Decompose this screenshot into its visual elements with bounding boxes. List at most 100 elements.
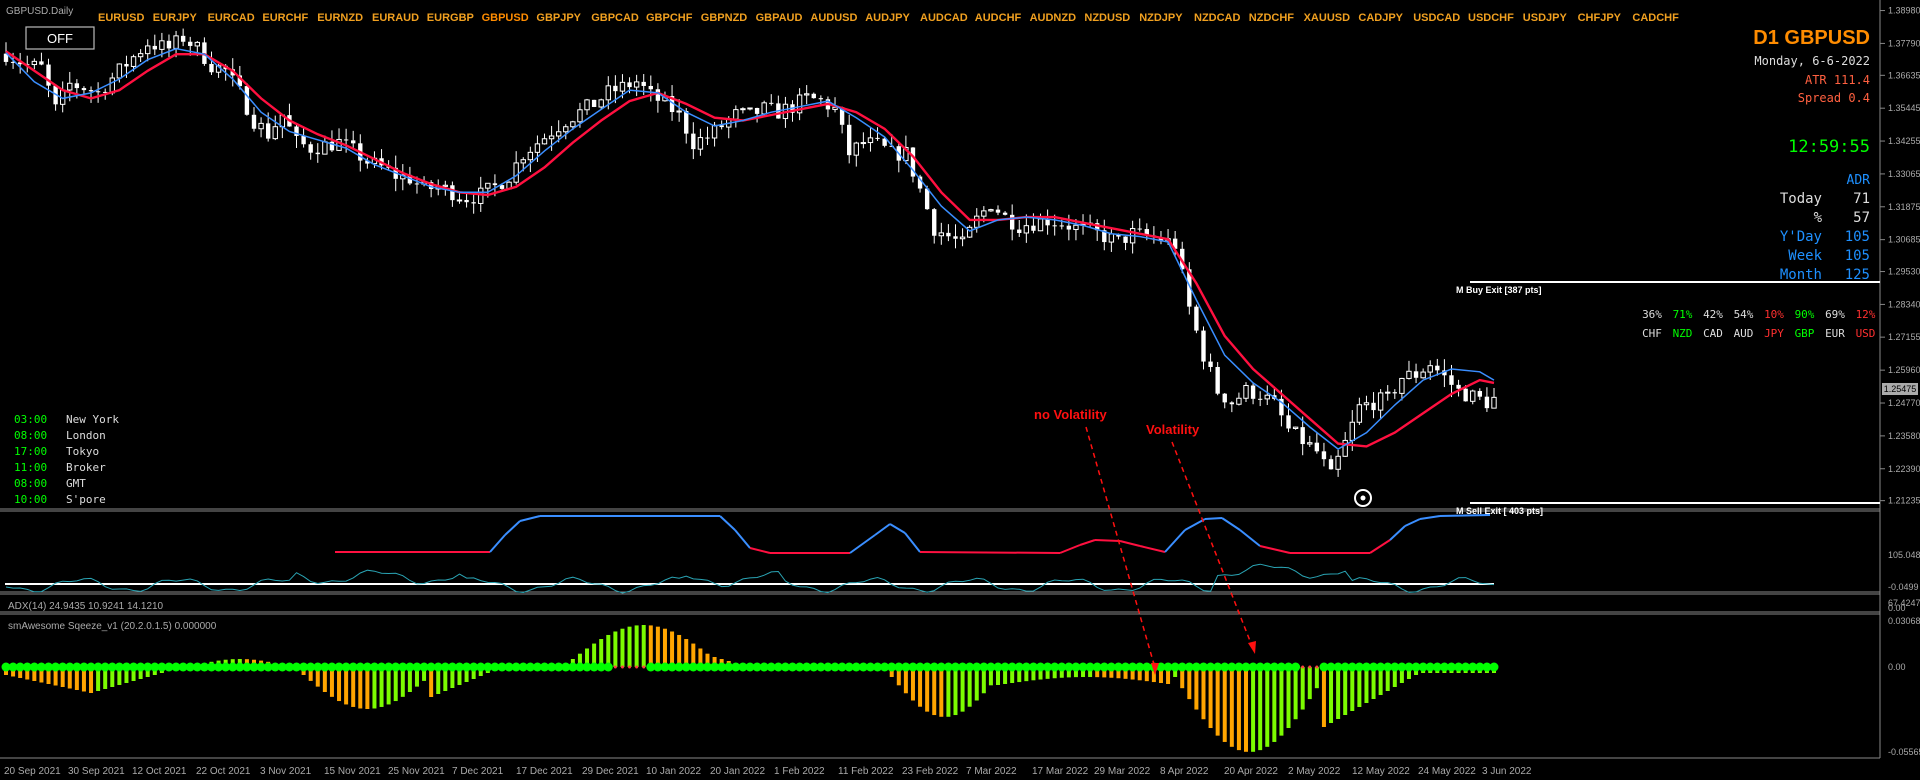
symbol-audusd[interactable]: AUDUSD	[810, 12, 857, 24]
candle-bull	[548, 135, 555, 140]
symbol-gbpnzd[interactable]: GBPNZD	[701, 12, 748, 24]
candle-bull	[860, 142, 867, 145]
symbol-eurgbp[interactable]: EURGBP	[427, 12, 474, 24]
squeeze-dot-off	[1301, 665, 1305, 669]
candle-bull	[1073, 224, 1079, 231]
candle-bear	[1009, 214, 1015, 230]
symbol-gbpaud[interactable]: GBPAUD	[756, 12, 803, 24]
regime-line-segment	[1369, 539, 1391, 554]
regime-line-segment	[749, 547, 771, 554]
symbol-audcad[interactable]: AUDCAD	[920, 12, 968, 24]
symbol-eurchf[interactable]: EURCHF	[262, 12, 308, 24]
date-label: 10 Jan 2022	[646, 766, 701, 777]
squeeze-dot-off	[635, 665, 639, 669]
adr-row-label: Today	[1780, 191, 1822, 207]
adr-row-label: %	[1814, 210, 1823, 226]
symbol-eurcad[interactable]: EURCAD	[208, 12, 255, 24]
candle-bear	[1286, 415, 1291, 429]
squeeze-bar	[648, 625, 653, 667]
candle-bull	[1356, 404, 1363, 423]
squeeze-bar	[606, 634, 611, 667]
regime-line-segment	[1139, 545, 1166, 553]
candle-bear	[1435, 365, 1440, 371]
squeeze-bar	[932, 667, 937, 716]
price-chart[interactable]: 1.38980 1.37790 1.36635 1.35445 1.34255 1.330…	[0, 0, 1920, 780]
date-label: 12 May 2022	[1352, 766, 1410, 777]
symbol-gbpcad[interactable]: GBPCAD	[591, 12, 639, 24]
symbol-gbpchf[interactable]: GBPCHF	[646, 12, 693, 24]
price-tick-label: 1.33065	[1888, 169, 1920, 179]
strength-pct: 42%	[1703, 308, 1723, 321]
swing-low-dot	[1360, 495, 1366, 501]
squeeze-bar	[379, 667, 384, 707]
candle-bear	[301, 135, 306, 145]
regime-line-segment	[504, 520, 521, 536]
squeeze-bar	[1187, 667, 1192, 700]
symbol-gbpusd[interactable]: GBPUSD	[482, 12, 529, 24]
symbol-eurusd[interactable]: EURUSD	[98, 12, 145, 24]
session-times: 03:00 New York 08:00 London 17:00 Tokyo 11:00 B…	[14, 413, 119, 506]
candle-bull	[159, 40, 165, 50]
candle-bear	[464, 199, 469, 203]
symbol-eurnzd[interactable]: EURNZD	[317, 12, 363, 24]
symbol-nzdchf[interactable]: NZDCHF	[1249, 12, 1294, 24]
symbol-chfjpy[interactable]: CHFJPY	[1578, 12, 1622, 24]
candle-bull	[534, 143, 541, 153]
symbol-nzdusd[interactable]: NZDUSD	[1084, 12, 1130, 24]
candle-bear	[166, 40, 172, 49]
squeeze-bar	[1350, 667, 1355, 711]
candle-bear	[39, 61, 44, 65]
candle-bull	[867, 137, 874, 144]
regime-line-segment	[849, 534, 876, 554]
symbol-gbpjpy[interactable]: GBPJPY	[536, 12, 581, 24]
adx-line	[5, 563, 1495, 594]
adr-table: Today 71% 57 Y'Day 105 Week 105 Month 125	[1780, 191, 1870, 283]
regime-line-segment	[1164, 529, 1186, 553]
strength-pct: 54%	[1734, 308, 1754, 321]
symbol-nzdjpy[interactable]: NZDJPY	[1139, 12, 1183, 24]
symbol-bar: EURUSD EURJPY EURCAD EURCHF EURNZD EURAUD EURG…	[98, 12, 1679, 24]
session-time: 08:00	[14, 429, 47, 442]
symbol-usdjpy[interactable]: USDJPY	[1523, 12, 1568, 24]
candle-bear	[1052, 225, 1057, 227]
price-tick-label: 1.34255	[1888, 136, 1920, 146]
symbol-audnzd[interactable]: AUDNZD	[1030, 12, 1076, 24]
candle-bull	[1377, 392, 1384, 411]
date-label: 7 Mar 2022	[966, 766, 1017, 777]
symbol-audjpy[interactable]: AUDJPY	[865, 12, 910, 24]
candle-bear	[995, 209, 1001, 213]
candle-bear	[932, 209, 937, 236]
candle-bear	[811, 93, 816, 99]
squeeze-bar	[1244, 667, 1248, 752]
symbol-xauusd[interactable]: XAUUSD	[1304, 12, 1351, 24]
candle-bull	[1420, 371, 1426, 379]
date-label: 2 May 2022	[1288, 766, 1341, 777]
candle-bear	[88, 90, 94, 92]
candle-bull	[633, 81, 640, 88]
candle-bear	[1484, 396, 1490, 409]
symbol-cadchf[interactable]: CADCHF	[1632, 12, 1679, 24]
candle-bull	[747, 107, 753, 110]
session-time: 17:00	[14, 445, 47, 458]
session-time: 08:00	[14, 477, 47, 490]
candle-bull	[322, 141, 328, 155]
candle-bull	[1363, 402, 1370, 406]
symbol-euraud[interactable]: EURAUD	[372, 12, 419, 24]
squeeze-dot-off	[620, 665, 624, 669]
candle-bull	[988, 209, 994, 212]
symbol-nzdcad[interactable]: NZDCAD	[1194, 12, 1240, 24]
symbol-audchf[interactable]: AUDCHF	[975, 12, 1022, 24]
squeeze-bar	[1286, 667, 1291, 729]
no-volatility-annotation: no Volatility	[1034, 407, 1107, 422]
date-label: 20 Sep 2021	[4, 766, 61, 777]
symbol-usdchf[interactable]: USDCHF	[1468, 12, 1514, 24]
symbol-usdcad[interactable]: USDCAD	[1413, 12, 1460, 24]
currency-strength: 36% CHF 71% NZD 42% CAD 54% AUD 10% JPY 90% GBP 69% E…	[1642, 308, 1876, 340]
symbol-cadjpy[interactable]: CADJPY	[1358, 12, 1403, 24]
squeeze-bar	[677, 634, 682, 667]
candle-bull	[442, 184, 449, 187]
candle-bear	[81, 88, 87, 91]
squeeze-bar	[1293, 667, 1298, 720]
symbol-eurjpy[interactable]: EURJPY	[153, 12, 198, 24]
candle-bear	[1059, 225, 1064, 227]
